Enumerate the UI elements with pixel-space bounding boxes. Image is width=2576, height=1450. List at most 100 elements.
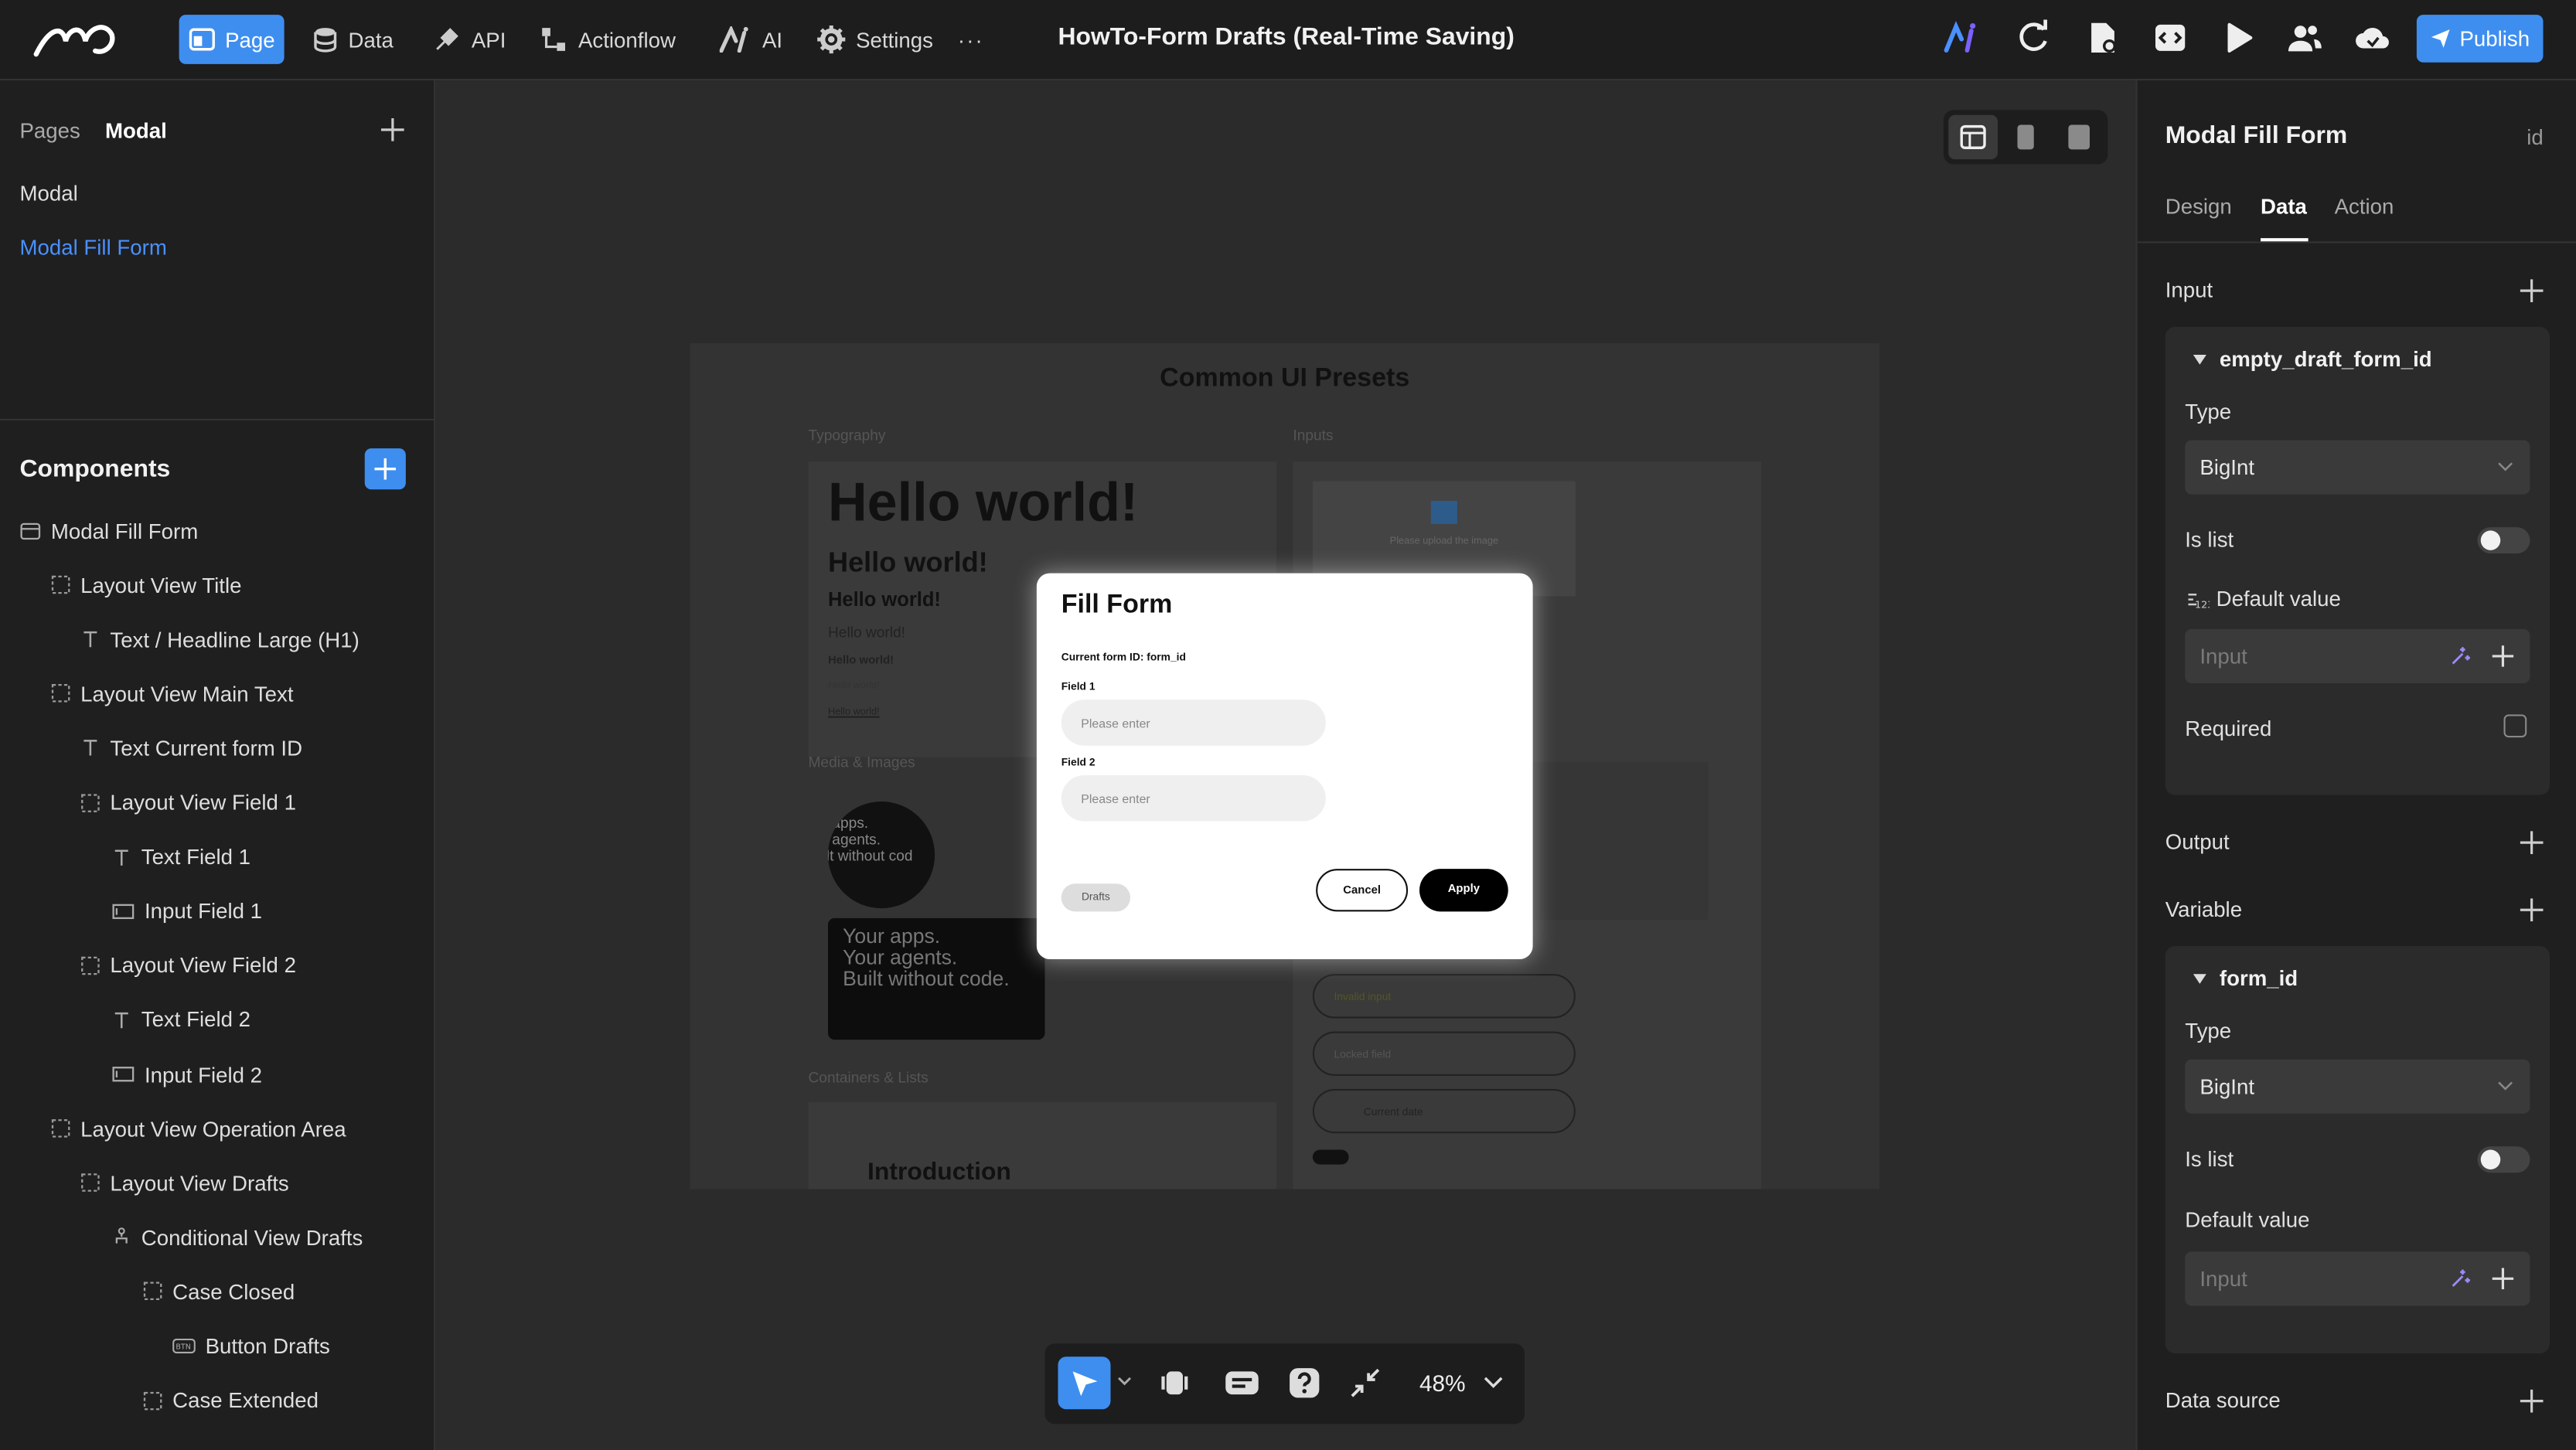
app-logo[interactable]: [33, 18, 119, 60]
containers-label: Containers & Lists: [808, 1069, 929, 1086]
required-checkbox[interactable]: [2503, 714, 2527, 738]
component-tree-row[interactable]: Layout View Operation Area: [51, 1112, 346, 1145]
caret-down-icon[interactable]: [2193, 974, 2206, 984]
default-value-input[interactable]: Input: [2185, 628, 2530, 683]
component-tree-row[interactable]: Layout View Main Text: [51, 677, 294, 710]
component-tree-row[interactable]: Layout View Field 1: [80, 786, 296, 819]
select-tool-button[interactable]: [1058, 1356, 1111, 1410]
magic-wand-icon[interactable]: [2449, 1268, 2471, 1290]
component-tree-row[interactable]: Case Closed: [143, 1275, 295, 1309]
add-page-icon[interactable]: [381, 118, 404, 141]
chevron-down-icon: [2498, 1081, 2513, 1091]
nav-page[interactable]: Page: [179, 15, 285, 64]
add-input-icon[interactable]: [2520, 279, 2544, 302]
input-item-name[interactable]: empty_draft_form_id: [2220, 346, 2432, 371]
component-title: Modal Fill Form: [2165, 121, 2348, 150]
is-list-toggle[interactable]: [2477, 1146, 2530, 1173]
invalid-input-field[interactable]: Invalid input: [1312, 974, 1576, 1019]
media-label: Media & Images: [808, 754, 915, 771]
add-component-button[interactable]: [364, 448, 406, 490]
type-select[interactable]: BigInt: [2185, 1059, 2530, 1114]
add-output-icon[interactable]: [2520, 831, 2544, 854]
field2-input[interactable]: Please enter: [1061, 775, 1326, 822]
divider: [0, 418, 434, 420]
collapse-icon[interactable]: [1351, 1368, 1380, 1397]
component-tree-row[interactable]: Text Current form ID: [80, 731, 302, 764]
type-label: Type: [2185, 399, 2232, 424]
locked-field: Locked field: [1312, 1031, 1576, 1076]
cancel-button[interactable]: Cancel: [1316, 869, 1409, 912]
code-icon[interactable]: [2152, 20, 2189, 56]
fill-form-modal: Fill Form Current form ID: form_id Field…: [1036, 573, 1533, 959]
component-tree-row[interactable]: BTN Button Drafts: [172, 1329, 330, 1363]
zoom-dropdown-icon[interactable]: [1484, 1377, 1504, 1390]
component-tree-row[interactable]: Conditional View Drafts: [112, 1221, 363, 1254]
tab-action[interactable]: Action: [2335, 194, 2394, 219]
help-icon[interactable]: [1288, 1367, 1321, 1400]
is-list-toggle[interactable]: [2477, 527, 2530, 554]
id-label[interactable]: id: [2527, 125, 2544, 150]
zoom-level[interactable]: 48%: [1419, 1370, 1466, 1396]
ai-assistant-icon[interactable]: [1944, 20, 1980, 56]
nav-settings[interactable]: Settings: [816, 15, 933, 64]
file-settings-icon[interactable]: [2085, 20, 2121, 56]
tab-design[interactable]: Design: [2165, 194, 2232, 219]
layout-icon: [80, 792, 101, 812]
default-value-placeholder: Input: [2199, 644, 2247, 669]
variable-item-name[interactable]: form_id: [2220, 966, 2298, 991]
apply-button[interactable]: Apply: [1419, 869, 1508, 912]
tab-data[interactable]: Data: [2261, 194, 2307, 219]
play-icon[interactable]: [2221, 20, 2257, 56]
add-value-icon[interactable]: [2492, 1268, 2514, 1290]
tab-modal[interactable]: Modal: [105, 118, 167, 143]
add-value-icon[interactable]: [2492, 645, 2514, 667]
intro-heading: Introduction: [867, 1158, 1011, 1186]
page-list-item-active[interactable]: Modal Fill Form: [20, 235, 167, 260]
page-list-item[interactable]: Modal: [20, 181, 78, 206]
default-value-input[interactable]: Input: [2185, 1251, 2530, 1306]
component-tree-row[interactable]: Input Field 2: [112, 1058, 262, 1091]
cloud-icon[interactable]: [2354, 20, 2390, 56]
drafts-button[interactable]: Drafts: [1061, 883, 1130, 912]
current-form-id-text: Current form ID: form_id: [1061, 652, 1186, 664]
desktop-view-button[interactable]: [1948, 114, 1998, 160]
component-tree-row[interactable]: Layout View Field 2: [80, 949, 296, 982]
tab-pages[interactable]: Pages: [20, 118, 80, 143]
component-tree-row[interactable]: Modal Fill Form: [20, 514, 198, 547]
component-tree-label: Text / Headline Large (H1): [110, 627, 359, 652]
containers-card: Introduction: [808, 1101, 1277, 1190]
component-tree-row[interactable]: Case Extended: [143, 1384, 319, 1418]
comment-icon[interactable]: [1224, 1368, 1260, 1397]
component-tree-row[interactable]: Layout View Title: [51, 568, 241, 601]
refresh-icon[interactable]: [2015, 19, 2052, 56]
nav-data[interactable]: Data: [312, 15, 394, 64]
input-icon: [112, 1066, 135, 1082]
type-select[interactable]: BigInt: [2185, 440, 2530, 495]
svg-text:BTN: BTN: [175, 1343, 191, 1352]
component-tree-row[interactable]: Text / Headline Large (H1): [80, 623, 359, 656]
caret-down-icon[interactable]: [2193, 355, 2206, 365]
nav-api[interactable]: API: [432, 15, 506, 64]
tablet-icon[interactable]: [2067, 123, 2091, 151]
date-picker[interactable]: Current date: [1312, 1088, 1576, 1134]
nav-ai[interactable]: AI: [719, 15, 782, 64]
component-tree-row[interactable]: Layout View Drafts: [80, 1166, 289, 1200]
phone-icon[interactable]: [2015, 123, 2036, 151]
toggle-switch[interactable]: [1312, 1149, 1349, 1165]
number-type-icon: 123: [2188, 593, 2210, 609]
chevron-down-icon[interactable]: [1117, 1377, 1132, 1387]
add-variable-icon[interactable]: [2520, 898, 2544, 922]
component-tree-row[interactable]: Text Field 1: [112, 840, 250, 873]
component-tree-row[interactable]: Text Field 2: [112, 1003, 250, 1036]
more-menu-button[interactable]: ···: [958, 15, 984, 64]
field1-input[interactable]: Please enter: [1061, 699, 1326, 746]
variable-section-title: Variable: [2165, 897, 2243, 922]
add-data-source-icon[interactable]: [2520, 1389, 2544, 1413]
nav-actionflow[interactable]: Actionflow: [539, 15, 676, 64]
component-tree-row[interactable]: Input Field 1: [112, 894, 262, 928]
users-icon[interactable]: [2287, 20, 2323, 56]
hand-tool-icon[interactable]: [1160, 1368, 1189, 1397]
magic-wand-icon[interactable]: [2449, 645, 2471, 667]
publish-button[interactable]: Publish: [2416, 15, 2544, 63]
chevron-down-icon: [2498, 462, 2513, 471]
